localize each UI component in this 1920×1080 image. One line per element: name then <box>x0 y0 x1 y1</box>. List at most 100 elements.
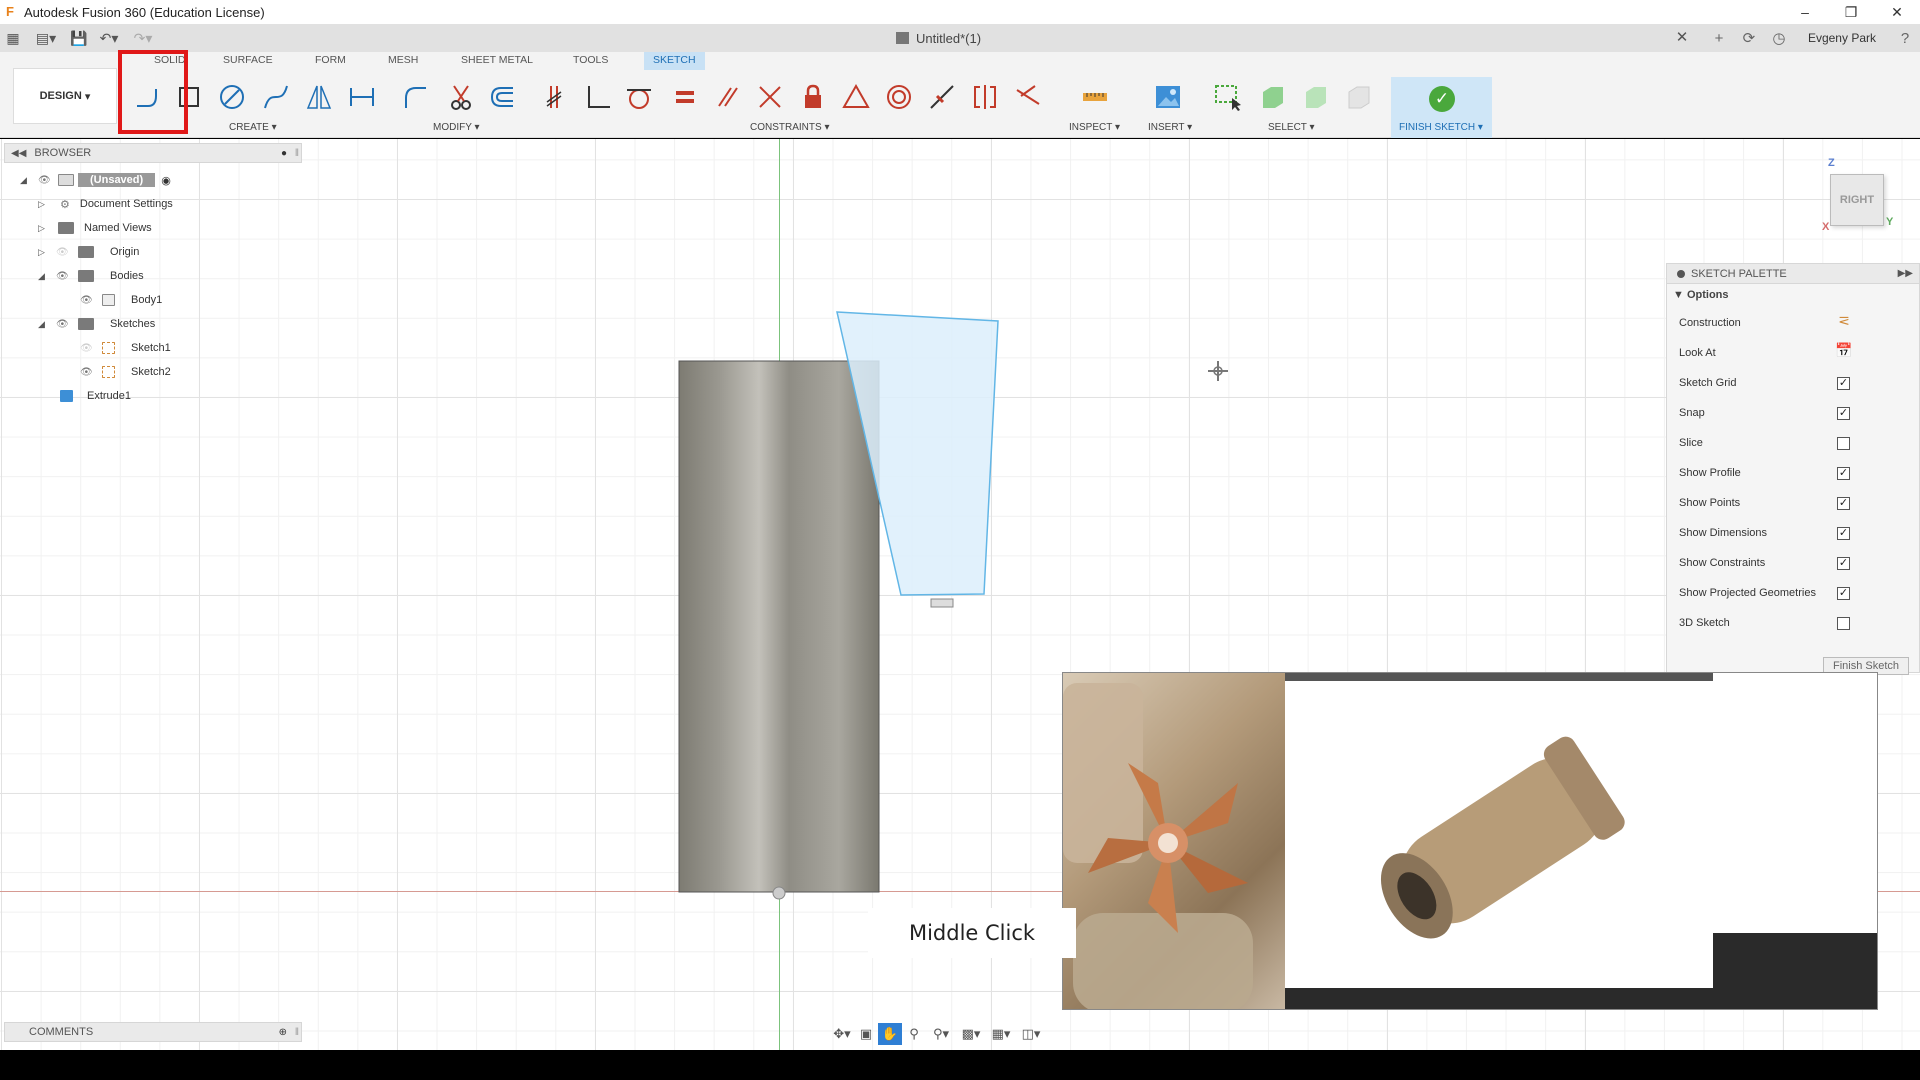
browser-resize-handle[interactable]: ‖ <box>295 148 299 159</box>
expand-arrow-icon[interactable]: ▷ <box>38 247 50 258</box>
select-group-label[interactable]: SELECT ▾ <box>1268 122 1315 133</box>
help-icon[interactable]: ? <box>1890 24 1920 52</box>
tab-surface[interactable]: SURFACE <box>214 52 282 70</box>
close-button[interactable]: ✕ <box>1874 0 1920 24</box>
add-comment-icon[interactable]: ⊕ <box>279 1027 287 1038</box>
curvature-constraint-icon[interactable] <box>1011 80 1045 114</box>
select-window-icon[interactable] <box>1211 80 1245 114</box>
constraints-group-label[interactable]: CONSTRAINTS ▾ <box>750 122 829 133</box>
parallel-constraint-icon[interactable] <box>711 80 745 114</box>
expand-arrow-icon[interactable]: ◢ <box>38 319 50 330</box>
collinear-constraint-icon[interactable] <box>925 80 959 114</box>
display-settings-icon[interactable]: ▩▾ <box>956 1023 986 1045</box>
tree-row-origin[interactable]: ▷ 👁 Origin <box>38 242 139 262</box>
fix-lock-icon[interactable] <box>796 80 830 114</box>
tab-sketch[interactable]: SKETCH <box>644 52 705 70</box>
comments-resize-handle[interactable]: ‖ <box>295 1027 299 1038</box>
origin-point[interactable] <box>772 886 786 900</box>
orbit-icon[interactable]: ✥▾ <box>830 1023 854 1045</box>
measure-ruler-icon[interactable] <box>1078 80 1112 114</box>
create-group-label[interactable]: CREATE ▾ <box>229 122 277 133</box>
palette-expand-icon[interactable]: ▶▶ <box>1898 268 1913 279</box>
data-panel-grid-icon[interactable]: ▦ <box>0 25 26 51</box>
expand-arrow-icon[interactable]: ◢ <box>38 271 50 282</box>
viewcube-face-right[interactable]: RIGHT <box>1830 174 1884 226</box>
perpendicular-constraint-icon[interactable] <box>581 80 615 114</box>
symmetric-brackets-icon[interactable] <box>968 80 1002 114</box>
comments-panel[interactable]: COMMENTS ⊕ ‖ <box>4 1022 302 1042</box>
collapse-panel-icon[interactable]: ◀◀ <box>11 148 26 159</box>
viewports-icon[interactable]: ◫▾ <box>1016 1023 1046 1045</box>
inspect-group-label[interactable]: INSPECT ▾ <box>1069 122 1120 133</box>
finish-sketch-button[interactable]: ✓ FINISH SKETCH ▾ <box>1391 77 1492 138</box>
modify-group-label[interactable]: MODIFY ▾ <box>433 122 480 133</box>
mirror-tool-icon[interactable] <box>302 80 336 114</box>
slice-checkbox[interactable] <box>1837 436 1850 450</box>
show-points-checkbox[interactable]: ✓ <box>1837 496 1850 510</box>
user-name[interactable]: Evgeny Park <box>1794 31 1890 45</box>
new-tab-plus-icon[interactable]: + <box>1704 24 1734 52</box>
snap-checkbox[interactable]: ✓ <box>1837 406 1850 420</box>
fit-icon[interactable]: ⚲▾ <box>926 1023 956 1045</box>
show-dimensions-checkbox[interactable]: ✓ <box>1837 526 1850 540</box>
coincident-constraint-icon[interactable] <box>539 80 573 114</box>
save-icon[interactable]: 💾 <box>66 25 92 51</box>
redo-icon[interactable]: ↷▾ <box>126 25 160 51</box>
offset-tool-icon[interactable] <box>485 80 519 114</box>
workspace-switcher[interactable]: DESIGN ▾ <box>13 68 117 124</box>
insert-image-icon[interactable] <box>1151 80 1185 114</box>
fillet-tool-icon[interactable] <box>398 80 432 114</box>
expand-arrow-icon[interactable]: ▷ <box>38 223 50 234</box>
concentric-constraint-icon[interactable] <box>882 80 916 114</box>
sketch-palette-header[interactable]: SKETCH PALETTE ▶▶ <box>1667 264 1919 284</box>
tab-mesh[interactable]: MESH <box>379 52 427 70</box>
tree-row-body1[interactable]: 👁 Body1 <box>74 290 162 310</box>
pan-hand-icon[interactable]: ✋ <box>878 1023 902 1045</box>
tab-tools[interactable]: TOOLS <box>564 52 617 70</box>
expand-arrow-icon[interactable]: ▷ <box>38 199 50 210</box>
tree-row-bodies[interactable]: ◢ 👁 Bodies <box>38 266 144 286</box>
tree-row-named-views[interactable]: ▷ Named Views <box>38 218 152 238</box>
file-menu-icon[interactable]: ▤▾ <box>26 25 66 51</box>
look-at-icon[interactable]: 📅 <box>1835 343 1853 361</box>
visibility-eye-icon[interactable]: 👁 <box>80 295 94 306</box>
browser-header[interactable]: ◀◀ BROWSER ● ‖ <box>4 143 302 163</box>
select-component-icon[interactable] <box>1341 80 1375 114</box>
job-status-icon[interactable]: ⟳ <box>1734 24 1764 52</box>
tree-row-sketches[interactable]: ◢ 👁 Sketches <box>38 314 155 334</box>
notifications-clock-icon[interactable]: ◷ <box>1764 24 1794 52</box>
extruded-cylinder-body[interactable] <box>678 360 880 893</box>
3d-sketch-checkbox[interactable] <box>1837 616 1850 630</box>
activate-radio-icon[interactable]: ◉ <box>161 174 171 187</box>
visibility-eye-icon[interactable]: 👁 <box>56 247 70 258</box>
sketch-grid-checkbox[interactable]: ✓ <box>1837 376 1850 390</box>
select-face-icon[interactable] <box>1298 80 1332 114</box>
restore-button[interactable]: ❐ <box>1828 0 1874 24</box>
tree-row-sketch1[interactable]: 👁 Sketch1 <box>74 338 171 358</box>
zoom-icon[interactable]: ⚲ <box>902 1023 926 1045</box>
tab-form[interactable]: FORM <box>306 52 355 70</box>
select-body-icon[interactable] <box>1255 80 1289 114</box>
tree-row-document-settings[interactable]: ▷ ⚙ Document Settings <box>38 194 173 214</box>
spline-tool-icon[interactable] <box>259 80 293 114</box>
visibility-eye-icon[interactable]: 👁 <box>80 343 94 354</box>
dimension-tool-icon[interactable] <box>345 80 379 114</box>
insert-group-label[interactable]: INSERT ▾ <box>1148 122 1192 133</box>
symmetry-triangle-icon[interactable] <box>839 80 873 114</box>
tree-row-root[interactable]: ◢ 👁 (Unsaved) ◉ <box>20 170 171 190</box>
construction-icon[interactable]: ⋜ <box>1835 313 1853 331</box>
circle-tool-icon[interactable] <box>215 80 249 114</box>
visibility-eye-icon[interactable]: 👁 <box>80 367 94 378</box>
look-at-icon[interactable]: ▣ <box>854 1023 878 1045</box>
trim-scissors-icon[interactable] <box>444 80 478 114</box>
document-tab[interactable]: Untitled*(1) ✕ <box>0 24 1920 52</box>
options-section-header[interactable]: ▼ Options <box>1667 284 1919 306</box>
tab-sheet-metal[interactable]: SHEET METAL <box>452 52 542 70</box>
tree-row-extrude1[interactable]: Extrude1 <box>56 386 131 406</box>
show-projected-geometries-checkbox[interactable]: ✓ <box>1837 586 1850 600</box>
grid-settings-icon[interactable]: ▦▾ <box>986 1023 1016 1045</box>
tree-row-sketch2[interactable]: 👁 Sketch2 <box>74 362 171 382</box>
palette-pin-icon[interactable] <box>1677 269 1685 278</box>
show-constraints-checkbox[interactable]: ✓ <box>1837 556 1850 570</box>
profile-handle-icon[interactable] <box>930 598 954 608</box>
